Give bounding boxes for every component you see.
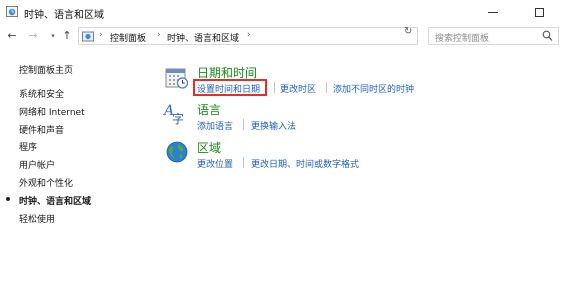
search-input[interactable]: 搜索控制面板: [435, 31, 489, 44]
sidebar-item-network[interactable]: 网络和 Internet: [19, 105, 85, 118]
highlight-box: [193, 79, 267, 96]
breadcrumb-separator-icon: ›: [247, 30, 251, 40]
breadcrumb-control-panel[interactable]: 控制面板: [110, 31, 146, 44]
search-box[interactable]: 搜索控制面板: [428, 27, 559, 45]
back-arrow-icon[interactable]: ←: [5, 28, 19, 44]
language-icon[interactable]: A 字: [163, 101, 187, 125]
add-language-link[interactable]: 添加语言: [197, 119, 233, 132]
minimize-button[interactable]: [478, 0, 508, 24]
clock-globe-app-icon: [6, 6, 18, 17]
category-title-language[interactable]: 语言: [197, 101, 221, 118]
address-bar[interactable]: › 控制面板 › 时钟、语言和区域 › ▾: [78, 27, 469, 45]
sidebar-item-user-accounts[interactable]: 用户帐户: [19, 158, 55, 171]
sidebar-item-programs[interactable]: 程序: [19, 140, 37, 153]
control-panel-icon: [82, 31, 94, 42]
window-title: 时钟、语言和区域: [24, 10, 104, 21]
link-separator: [326, 82, 327, 93]
change-time-zone-link[interactable]: 更改时区: [280, 82, 316, 95]
svg-text:字: 字: [172, 111, 184, 125]
up-arrow-icon[interactable]: ↑: [60, 28, 74, 44]
category-title-region[interactable]: 区域: [197, 139, 221, 156]
title-bar: 时钟、语言和区域: [0, 0, 563, 24]
change-formats-link[interactable]: 更改日期、时间或数字格式: [251, 157, 359, 170]
link-separator: [274, 82, 275, 93]
maximize-icon: [534, 7, 544, 17]
sidebar-home-link[interactable]: 控制面板主页: [19, 63, 73, 76]
breadcrumb-current[interactable]: 时钟、语言和区域: [167, 31, 239, 44]
change-input-method-link[interactable]: 更换输入法: [251, 119, 296, 132]
minimize-icon: [488, 11, 498, 13]
navigation-bar: ← → ▾ ↑ › 控制面板 › 时钟、语言和区域 › ▾ ↻ 搜索控制面板: [0, 24, 563, 48]
link-separator: [243, 119, 244, 130]
calendar-clock-icon[interactable]: [165, 66, 189, 90]
sidebar-item-appearance[interactable]: 外观和个性化: [19, 176, 73, 189]
current-item-bullet-icon: [6, 197, 10, 201]
sidebar-item-hardware-sound[interactable]: 硬件和声音: [19, 123, 64, 136]
breadcrumb-separator-icon: ›: [99, 30, 103, 40]
add-clocks-link[interactable]: 添加不同时区的时钟: [333, 82, 414, 95]
breadcrumb-separator-icon: ›: [157, 30, 161, 40]
change-location-link[interactable]: 更改位置: [197, 157, 233, 170]
sidebar-item-clock-language-region[interactable]: 时钟、语言和区域: [19, 194, 91, 207]
recent-locations-chevron-icon[interactable]: ▾: [46, 28, 60, 44]
link-separator: [243, 157, 244, 168]
search-icon[interactable]: [542, 30, 553, 42]
sidebar-item-ease-of-access[interactable]: 轻松使用: [19, 212, 55, 225]
refresh-icon[interactable]: ↻: [404, 26, 412, 37]
maximize-button[interactable]: [524, 0, 554, 24]
sidebar-item-system-security[interactable]: 系统和安全: [19, 87, 64, 100]
forward-arrow-icon[interactable]: →: [26, 28, 40, 44]
globe-icon[interactable]: [165, 140, 189, 164]
